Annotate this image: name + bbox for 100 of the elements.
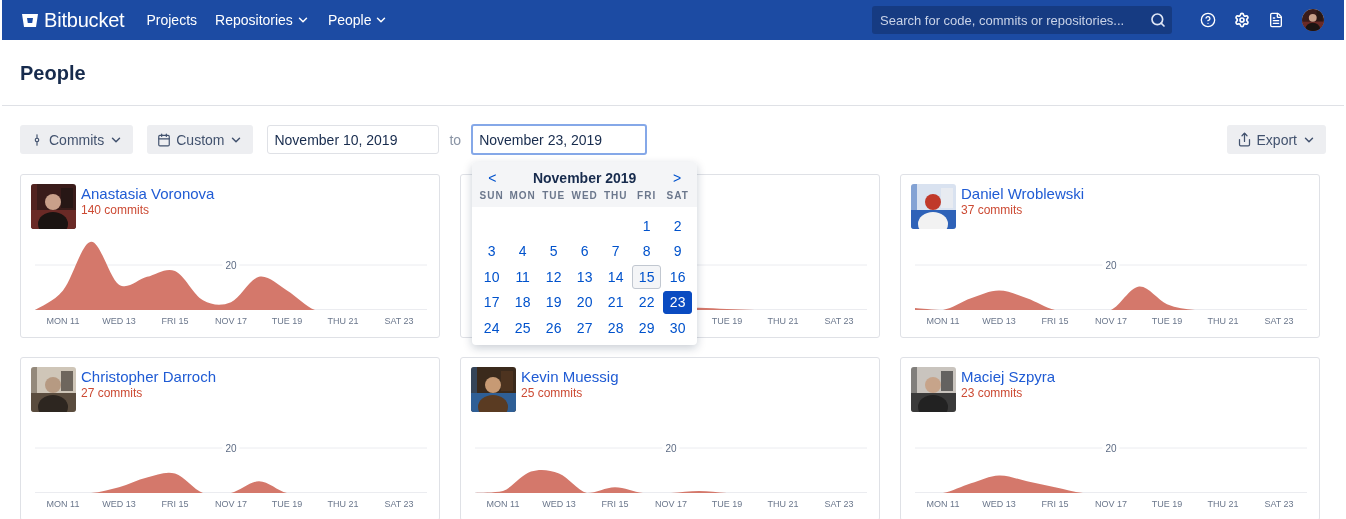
calendar-day[interactable]: 26: [539, 316, 569, 340]
calendar-day[interactable]: 3: [477, 239, 507, 263]
calendar-day[interactable]: 19: [539, 290, 569, 314]
user-avatar-button[interactable]: [1302, 9, 1324, 31]
nav-menu-item[interactable]: People: [327, 12, 389, 28]
axis-label: SAT 23: [823, 499, 855, 509]
search-field[interactable]: Search for code, commits or repositories...: [872, 6, 1172, 34]
metric-dropdown-button[interactable]: Commits: [20, 125, 134, 154]
axis-label: NOV 17: [214, 499, 248, 509]
calendar-day[interactable]: 27: [570, 316, 600, 340]
calendar-day[interactable]: 1: [632, 214, 662, 238]
calendar-day[interactable]: 5: [539, 239, 569, 263]
person-name-link[interactable]: Kevin Muessig: [521, 368, 619, 385]
calendar-day[interactable]: 29: [632, 316, 662, 340]
axis-label: TUE 19: [710, 316, 744, 326]
calendar-icon: [157, 132, 172, 147]
calendar-day[interactable]: 15: [632, 265, 662, 289]
axis-label: FRI 15: [160, 499, 190, 509]
previous-month-button[interactable]: <: [484, 170, 501, 186]
axis-label: THU 21: [766, 316, 800, 326]
person-name-link[interactable]: Maciej Szpyra: [961, 368, 1056, 385]
axis-label: MON 11: [925, 499, 961, 509]
axis-label: SAT 23: [1263, 499, 1295, 509]
calendar-day[interactable]: 16: [663, 265, 693, 289]
nav-menu-item[interactable]: Repositories: [215, 12, 310, 28]
calendar-day[interactable]: 11: [508, 265, 538, 289]
person-name-link[interactable]: Christopher Darroch: [81, 368, 217, 385]
axis-label: MON 11: [485, 499, 521, 509]
calendar-day[interactable]: 24: [477, 316, 507, 340]
calendar-day[interactable]: 18: [508, 290, 538, 314]
axis-label: SAT 23: [1263, 316, 1295, 326]
axis-label: FRI 15: [160, 316, 190, 326]
calendar-day[interactable]: 12: [539, 265, 569, 289]
axis-label: MON 11: [925, 316, 961, 326]
axis-label: NOV 17: [1094, 316, 1128, 326]
commit-count: 25 commits: [521, 386, 584, 400]
product-logo-text: Bitbucket: [44, 8, 125, 32]
calendar-day[interactable]: 4: [508, 239, 538, 263]
end-date-field[interactable]: November 23, 2019: [471, 124, 648, 155]
axis-label: NOV 17: [214, 316, 248, 326]
weekday-label: THU: [602, 190, 629, 201]
calendar-day[interactable]: 7: [601, 239, 631, 263]
axis-label: SAT 23: [823, 316, 855, 326]
calendar-day[interactable]: 25: [508, 316, 538, 340]
axis-label: THU 21: [1206, 316, 1240, 326]
commit-count: 27 commits: [81, 386, 144, 400]
page-title: People: [19, 61, 87, 86]
axis-label: FRI 15: [1040, 316, 1070, 326]
nav-menu-item[interactable]: Projects: [146, 12, 198, 28]
calendar-day[interactable]: 2: [663, 214, 693, 238]
commit-count: 140 commits: [81, 203, 151, 217]
axis-label: THU 21: [326, 316, 360, 326]
search-icon: [1150, 12, 1166, 28]
commit-count: 23 commits: [961, 386, 1024, 400]
help-button[interactable]: [1200, 12, 1216, 28]
axis-label: MON 11: [45, 499, 81, 509]
axis-label: WED 13: [101, 499, 137, 509]
axis-label: SAT 23: [383, 316, 415, 326]
next-month-button[interactable]: >: [668, 170, 686, 186]
calendar-day[interactable]: 20: [570, 290, 600, 314]
weekday-label: SAT: [665, 190, 690, 201]
start-date-field[interactable]: November 10, 2019: [267, 125, 440, 154]
gridline-label: 20: [222, 259, 240, 271]
calendar-day[interactable]: 30: [663, 316, 693, 340]
gridline-label: 20: [222, 442, 240, 454]
axis-label: NOV 17: [1094, 499, 1128, 509]
weekday-label: WED: [570, 190, 599, 201]
axis-label: THU 21: [326, 499, 360, 509]
settings-button[interactable]: [1234, 12, 1250, 28]
calendar-day[interactable]: 22: [632, 290, 662, 314]
calendar-day[interactable]: 10: [477, 265, 507, 289]
axis-label: MON 11: [45, 316, 81, 326]
range-dropdown-button[interactable]: Custom: [147, 125, 254, 154]
bucket-logo-icon: [22, 12, 38, 28]
calendar-day[interactable]: 14: [601, 265, 631, 289]
export-button[interactable]: Export: [1226, 125, 1326, 154]
axis-label: SAT 23: [383, 499, 415, 509]
calendar-day[interactable]: 21: [601, 290, 631, 314]
calendar-day[interactable]: 23: [663, 290, 693, 314]
axis-label: TUE 19: [270, 316, 304, 326]
axis-label: WED 13: [981, 316, 1017, 326]
calendar-day[interactable]: 8: [632, 239, 662, 263]
share-icon: [1236, 132, 1252, 147]
calendar-day[interactable]: 17: [477, 290, 507, 314]
person-name-link[interactable]: Daniel Wroblewski: [961, 185, 1085, 202]
axis-label: TUE 19: [710, 499, 744, 509]
gridline-label: 20: [662, 442, 680, 454]
document-button[interactable]: [1268, 12, 1284, 28]
calendar-day[interactable]: 6: [570, 239, 600, 263]
axis-label: WED 13: [541, 499, 577, 509]
gridline-label: 20: [1102, 259, 1120, 271]
axis-label: FRI 15: [600, 499, 630, 509]
calendar-day[interactable]: 13: [570, 265, 600, 289]
range-separator: to: [449, 131, 462, 148]
axis-label: WED 13: [981, 499, 1017, 509]
weekday-label: SUN: [478, 190, 505, 201]
person-name-link[interactable]: Anastasia Voronova: [81, 185, 215, 202]
calendar-day[interactable]: 28: [601, 316, 631, 340]
axis-label: TUE 19: [270, 499, 304, 509]
calendar-day[interactable]: 9: [663, 239, 693, 263]
